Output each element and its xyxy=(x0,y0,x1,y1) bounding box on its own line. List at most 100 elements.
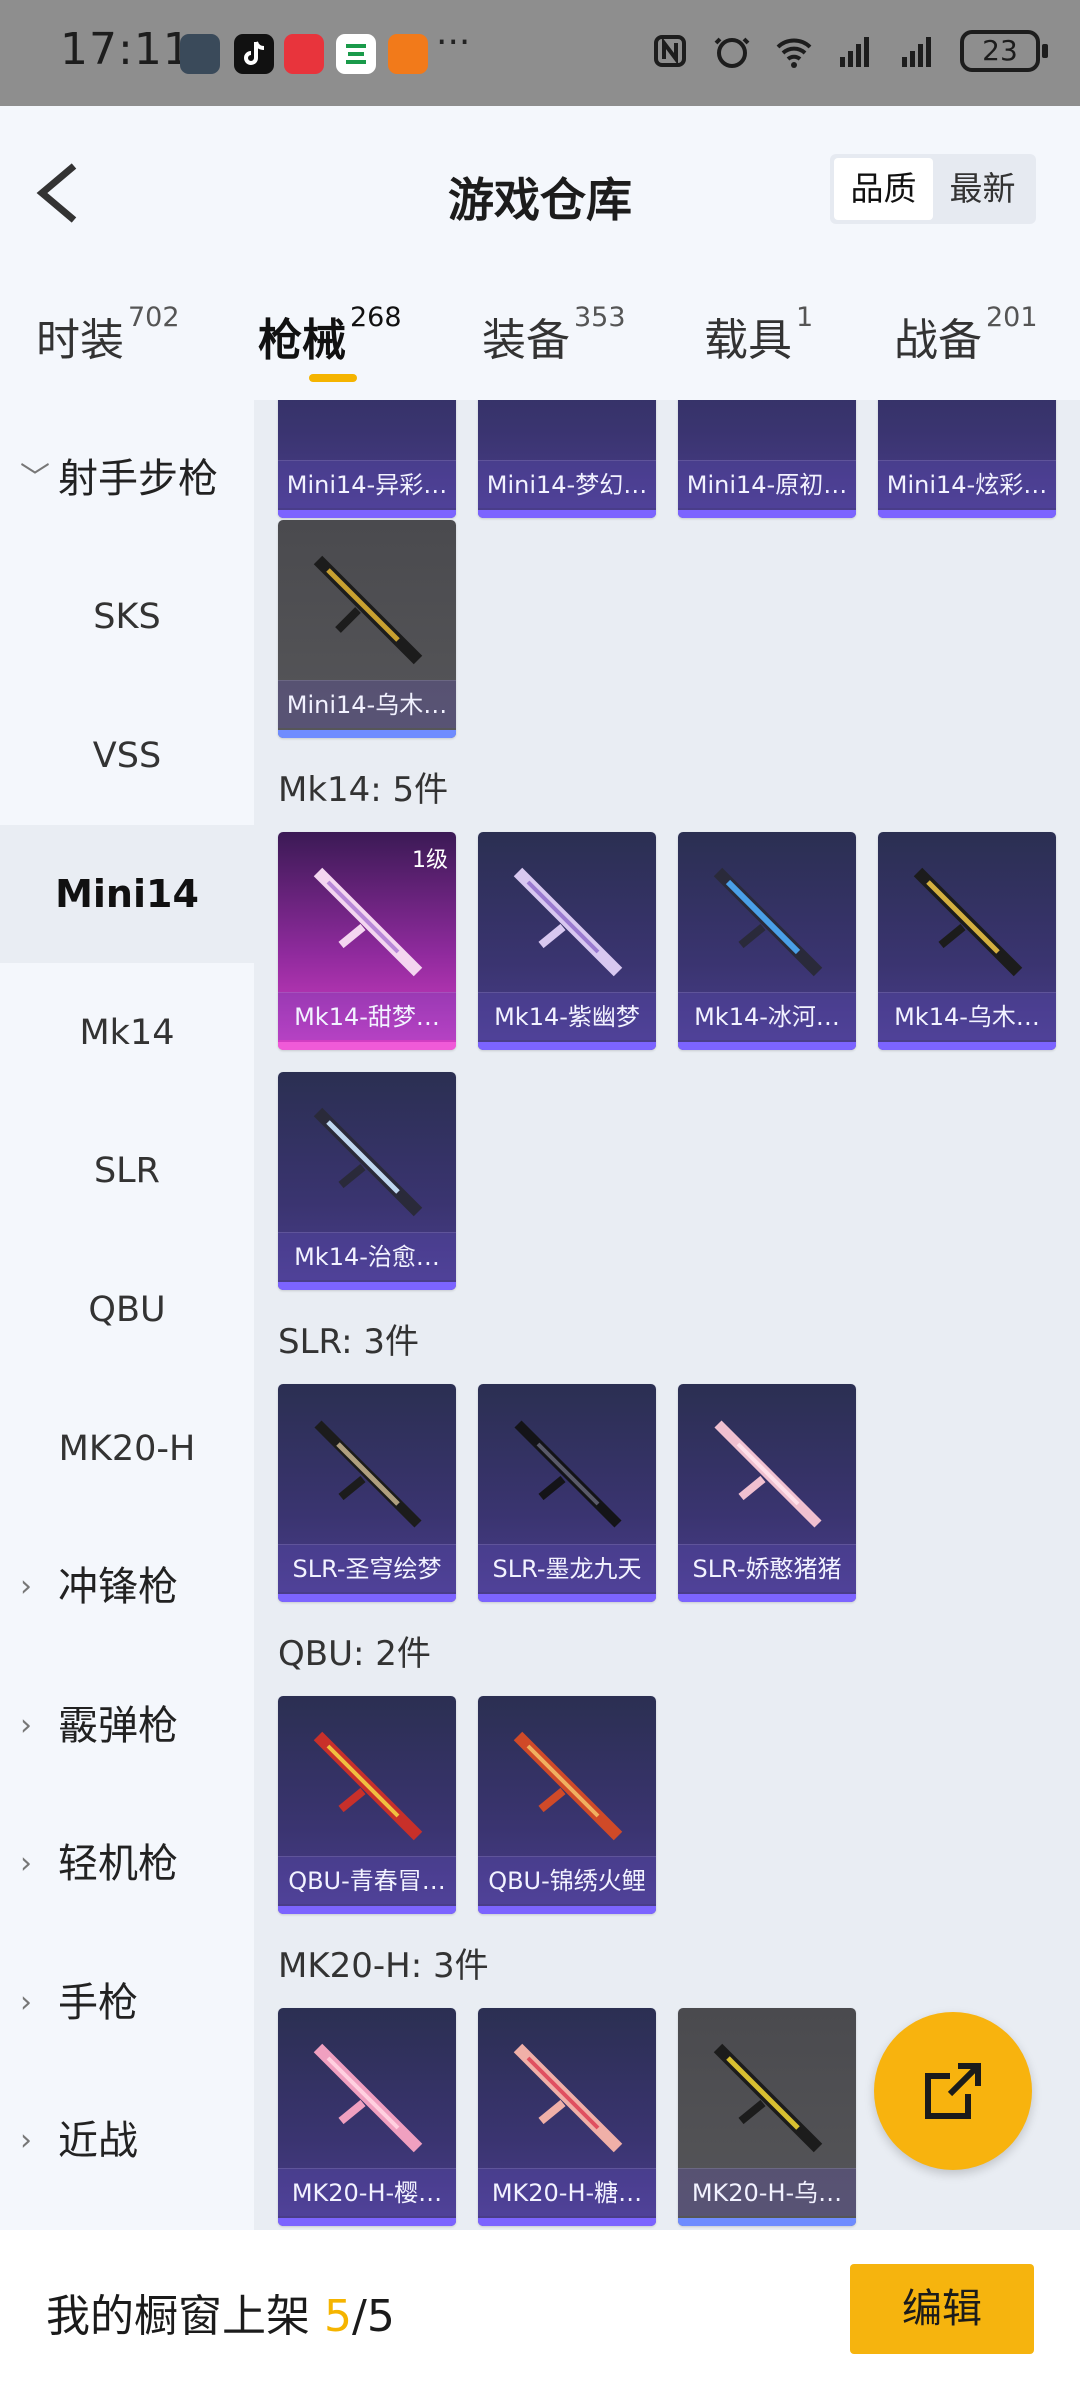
tab-label: 时装 xyxy=(36,315,124,366)
quality-bar xyxy=(278,730,456,738)
signal-icon xyxy=(840,37,869,67)
nfc-icon xyxy=(654,35,686,67)
quality-bar xyxy=(478,1594,656,1602)
chevron-down-icon: ﹀ xyxy=(20,461,50,496)
sidebar-group-melee[interactable]: › 近战 xyxy=(0,2072,254,2210)
weapon-name: QBU-青春冒… xyxy=(278,1856,456,1904)
tab-count: 1 xyxy=(796,302,814,333)
active-tab-indicator xyxy=(309,374,357,382)
sidebar-group-label: 射手步枪 xyxy=(58,456,218,502)
showcase-total: 5 xyxy=(366,2291,395,2342)
alarm-icon xyxy=(714,37,750,68)
tab-count: 702 xyxy=(128,302,180,333)
tab-count: 268 xyxy=(350,302,402,333)
tab-guns[interactable]: 枪械 268 xyxy=(258,302,402,368)
showcase-count: 5 xyxy=(324,2291,352,2342)
weapon-card[interactable]: Mini14-炫彩… xyxy=(878,400,1056,518)
rifle-icon xyxy=(713,867,823,977)
chevron-right-icon: › xyxy=(20,1846,32,1881)
signal-icon xyxy=(902,37,931,67)
weapon-card[interactable]: MK20-H-糖… xyxy=(478,2008,656,2226)
red-app-icon xyxy=(284,34,324,74)
quality-bar xyxy=(278,2218,456,2226)
tab-combat-gear[interactable]: 战备 201 xyxy=(894,302,1038,368)
quality-bar xyxy=(878,510,1056,518)
sort-quality-button[interactable]: 品质 xyxy=(834,158,933,220)
weapon-card[interactable]: Mk14-紫幽梦 xyxy=(478,832,656,1050)
weapon-card[interactable]: Mini14-梦幻… xyxy=(478,400,656,518)
weapon-name: QBU-锦绣火鲤 xyxy=(478,1856,656,1904)
weapon-card[interactable]: Mk14-乌木… xyxy=(878,832,1056,1050)
quality-bar xyxy=(478,1906,656,1914)
sidebar-group-label: 轻机枪 xyxy=(58,1841,178,1887)
weapon-name: Mini14-异彩… xyxy=(278,460,456,508)
weapon-name: Mini14-乌木… xyxy=(278,680,456,728)
sidebar: ﹀ 射手步枪 SKS VSS Mini14 Mk14 SLR QBU MK20-H… xyxy=(0,400,254,2230)
rifle-icon xyxy=(513,2043,623,2153)
sidebar-group-label: 冲锋枪 xyxy=(58,1564,178,1610)
weapon-name: MK20-H-樱… xyxy=(278,2168,456,2216)
sidebar-item-slr[interactable]: SLR xyxy=(0,1102,254,1240)
quality-bar xyxy=(478,510,656,518)
weapon-card[interactable]: 1级 Mk14-甜梦… xyxy=(278,832,456,1050)
rifle-icon xyxy=(513,867,623,977)
weapon-card[interactable]: QBU-青春冒… xyxy=(278,1696,456,1914)
sidebar-item-sks[interactable]: SKS xyxy=(0,548,254,686)
sidebar-group-smg[interactable]: › 冲锋枪 xyxy=(0,1518,254,1656)
sidebar-item-vss[interactable]: VSS xyxy=(0,687,254,825)
chevron-right-icon: › xyxy=(20,1985,32,2020)
weapon-card[interactable]: MK20-H-乌… xyxy=(678,2008,856,2226)
section-title: Mk14: 5件 xyxy=(278,770,449,810)
weapon-card[interactable]: Mini14-乌木… xyxy=(278,520,456,738)
quality-bar xyxy=(678,2218,856,2226)
share-button[interactable] xyxy=(874,2012,1032,2170)
weapon-card[interactable]: Mini14-原初… xyxy=(678,400,856,518)
tab-label: 枪械 xyxy=(258,315,346,366)
weapon-name: Mk14-甜梦… xyxy=(278,992,456,1040)
battery-icon: 23 xyxy=(960,30,1048,72)
sidebar-item-qbu[interactable]: QBU xyxy=(0,1241,254,1379)
sidebar-group-lmg[interactable]: › 轻机枪 xyxy=(0,1795,254,1933)
bottom-bar: 我的橱窗上架 5/5 编辑 xyxy=(0,2230,1080,2387)
sidebar-group-label: 霰弹枪 xyxy=(58,1703,178,1749)
quality-bar xyxy=(278,1282,456,1290)
weapon-card[interactable]: Mk14-治愈… xyxy=(278,1072,456,1290)
tab-fashion[interactable]: 时装 702 xyxy=(36,302,180,368)
sidebar-group-shotgun[interactable]: › 霰弹枪 xyxy=(0,1657,254,1795)
weapon-name: MK20-H-乌… xyxy=(678,2168,856,2216)
sidebar-item-mk14[interactable]: Mk14 xyxy=(0,964,254,1102)
weapon-card[interactable]: SLR-圣穹绘梦 xyxy=(278,1384,456,1602)
sidebar-item-mk20h[interactable]: MK20-H xyxy=(0,1380,254,1518)
section-title: MK20-H: 3件 xyxy=(278,1946,489,1986)
edit-button[interactable]: 编辑 xyxy=(850,2264,1034,2354)
section-title: SLR: 3件 xyxy=(278,1322,419,1362)
sidebar-group-pistol[interactable]: › 手枪 xyxy=(0,1934,254,2072)
header: 游戏仓库 品质 最新 xyxy=(0,106,1080,270)
rifle-icon xyxy=(313,2043,423,2153)
weapon-card[interactable]: QBU-锦绣火鲤 xyxy=(478,1696,656,1914)
weapon-card[interactable]: SLR-墨龙九天 xyxy=(478,1384,656,1602)
weapon-name: Mini14-原初… xyxy=(678,460,856,508)
sidebar-group-marksman[interactable]: ﹀ 射手步枪 xyxy=(0,410,254,548)
tab-label: 载具 xyxy=(704,315,792,366)
weapon-card[interactable]: MK20-H-樱… xyxy=(278,2008,456,2226)
sidebar-item-mini14[interactable]: Mini14 xyxy=(0,825,254,963)
sort-latest-button[interactable]: 最新 xyxy=(933,158,1032,220)
tab-vehicles[interactable]: 载具 1 xyxy=(704,302,814,368)
tab-count: 201 xyxy=(986,302,1038,333)
weapon-card[interactable]: SLR-娇憨猪猪 xyxy=(678,1384,856,1602)
status-time: 17:11 xyxy=(60,24,192,75)
quality-bar xyxy=(278,1906,456,1914)
weapon-name: Mk14-治愈… xyxy=(278,1232,456,1280)
rifle-icon xyxy=(913,867,1023,977)
weapon-card[interactable]: Mini14-异彩… xyxy=(278,400,456,518)
status-bar: 17:11 ··· 23 xyxy=(0,0,1080,106)
rifle-icon xyxy=(713,2043,823,2153)
category-tabs: 时装 702 枪械 268 装备 353 载具 1 战备 201 xyxy=(0,270,1080,400)
rifle-icon xyxy=(714,1420,822,1528)
quality-bar xyxy=(678,510,856,518)
weapon-card[interactable]: Mk14-冰河… xyxy=(678,832,856,1050)
tab-equipment[interactable]: 装备 353 xyxy=(482,302,626,368)
quality-bar xyxy=(478,2218,656,2226)
showcase-status: 我的橱窗上架 5/5 xyxy=(46,2280,395,2344)
